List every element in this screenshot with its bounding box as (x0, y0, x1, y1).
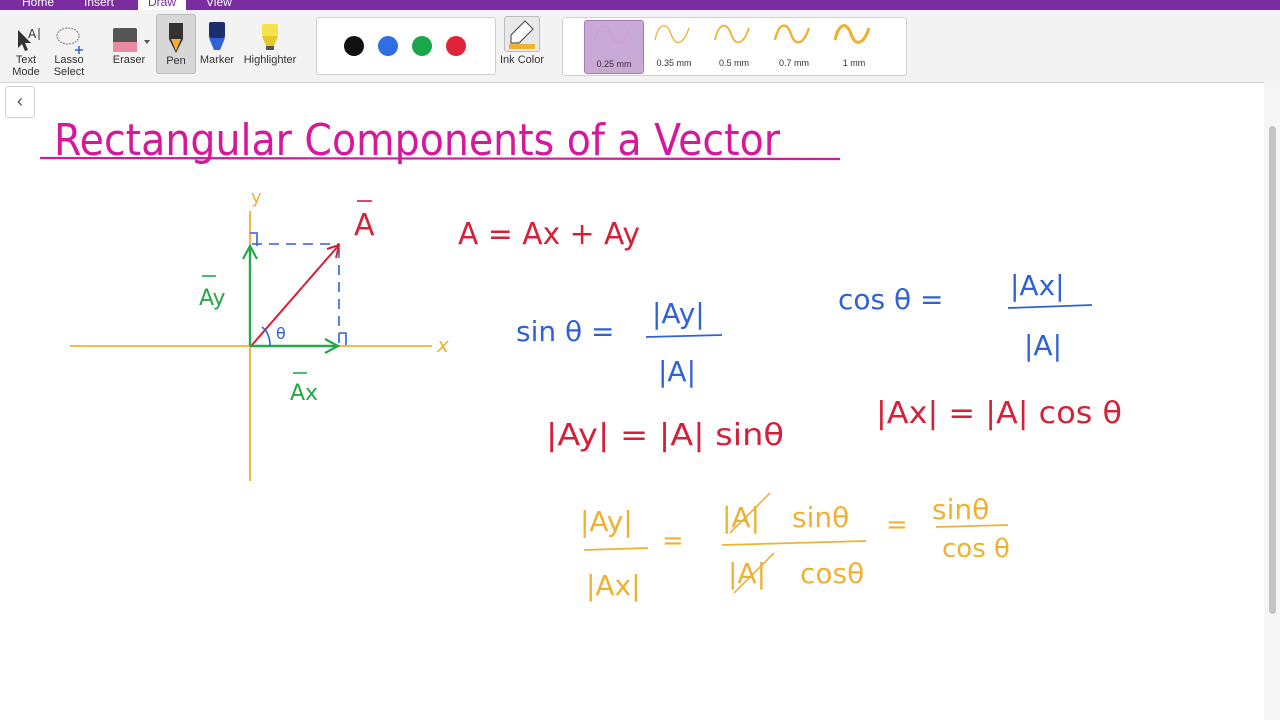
tab-draw[interactable]: Draw (138, 0, 187, 10)
eraser-button[interactable]: Eraser (106, 14, 152, 66)
sin-fraction-bar (645, 334, 723, 338)
ratio-rhs-numerator: sinθ (932, 493, 989, 526)
thickness-option-1[interactable]: 1 mm (825, 20, 883, 72)
vector-ay-label: Ay (199, 286, 226, 311)
thickness-option-0-25[interactable]: 0.25 mm (584, 20, 644, 74)
angle-label: θ (276, 324, 286, 343)
ratio-mid-denominator-a: |A| (728, 557, 766, 590)
ratio-mid-denominator-b: cosθ (800, 557, 864, 590)
vector-ax-label: Ax (290, 381, 318, 406)
tab-view[interactable]: View (206, 0, 232, 10)
ratio-lhs-denominator: |Ax| (586, 569, 641, 602)
color-swatch-blue[interactable] (378, 36, 398, 56)
ax-magnitude-equation: |Ax| = |A| cos θ (876, 396, 1122, 431)
note-canvas[interactable]: Rectangular Components of a Vector y x θ… (0, 83, 1264, 720)
ratio-rhs-denominator: cos θ (942, 534, 1010, 564)
y-axis-label: y (251, 187, 262, 208)
tab-insert[interactable]: Insert (84, 0, 114, 10)
eraser-icon (106, 14, 152, 54)
ratio-equals-2: = (886, 510, 908, 540)
draw-ribbon: A Text Mode Lasso Select Eraser Pen Mark… (0, 10, 1280, 83)
pen-button[interactable]: Pen (156, 14, 196, 74)
cos-numerator: |Ax| (1010, 269, 1065, 302)
thickness-option-0-7[interactable]: 0.7 mm (765, 20, 823, 72)
highlighter-button[interactable]: Highlighter (240, 14, 300, 66)
ratio-mid-numerator-b: sinθ (792, 501, 849, 534)
cos-equation-lhs: cos θ = (838, 283, 944, 316)
ratio-lhs-bar (583, 547, 649, 551)
vertical-scrollbar[interactable] (1264, 82, 1280, 720)
vector-a-label: A (354, 208, 375, 243)
ratio-equals-1: = (662, 526, 684, 556)
tab-home[interactable]: Home (22, 0, 54, 10)
x-axis-label: x (436, 333, 449, 357)
ink-color-button[interactable]: Ink Color (497, 14, 547, 74)
color-swatch-green[interactable] (412, 36, 432, 56)
text-mode-icon: A (6, 14, 46, 54)
ratio-mid-bar (721, 540, 867, 546)
cos-fraction-bar (1007, 304, 1093, 309)
pen-color-palette (316, 17, 496, 75)
sin-numerator: |Ay| (652, 297, 705, 330)
stroke-preview-icon (833, 24, 871, 44)
ink-color-icon (504, 16, 540, 52)
lasso-select-button[interactable]: Lasso Select (48, 14, 90, 78)
marker-button[interactable]: Marker (198, 14, 236, 66)
highlighter-icon (240, 14, 300, 54)
marker-icon (198, 14, 236, 54)
angle-arc (261, 326, 271, 347)
color-swatch-black[interactable] (344, 36, 364, 56)
stroke-preview-icon (773, 24, 811, 44)
thickness-option-0-5[interactable]: 0.5 mm (705, 20, 763, 72)
right-angle-marker-right (339, 332, 347, 345)
title-underline (39, 156, 841, 161)
svg-text:A: A (28, 27, 37, 41)
lasso-icon (48, 14, 90, 54)
cos-denominator: |A| (1024, 329, 1062, 362)
text-mode-button[interactable]: A Text Mode (6, 14, 46, 78)
sin-denominator: |A| (658, 355, 696, 388)
ay-magnitude-equation: |Ay| = |A| sinθ (546, 418, 784, 453)
stroke-preview-icon (594, 26, 630, 44)
ratio-lhs-numerator: |Ay| (580, 505, 633, 538)
menu-bar: Home Insert Draw View (0, 0, 1280, 10)
stroke-preview-icon (654, 25, 690, 43)
scrollbar-thumb[interactable] (1269, 126, 1276, 614)
stroke-preview-icon (714, 24, 750, 44)
pen-icon (157, 15, 195, 55)
color-swatch-red[interactable] (446, 36, 466, 56)
thickness-option-0-35[interactable]: 0.35 mm (645, 20, 703, 72)
thickness-palette: 0.25 mm 0.35 mm 0.5 mm 0.7 mm 1 mm (562, 17, 907, 76)
sin-equation-lhs: sin θ = (516, 315, 615, 348)
ratio-mid-numerator-a: |A| (722, 501, 760, 534)
equation-vector-sum: A = Ax + Ay (458, 217, 640, 252)
